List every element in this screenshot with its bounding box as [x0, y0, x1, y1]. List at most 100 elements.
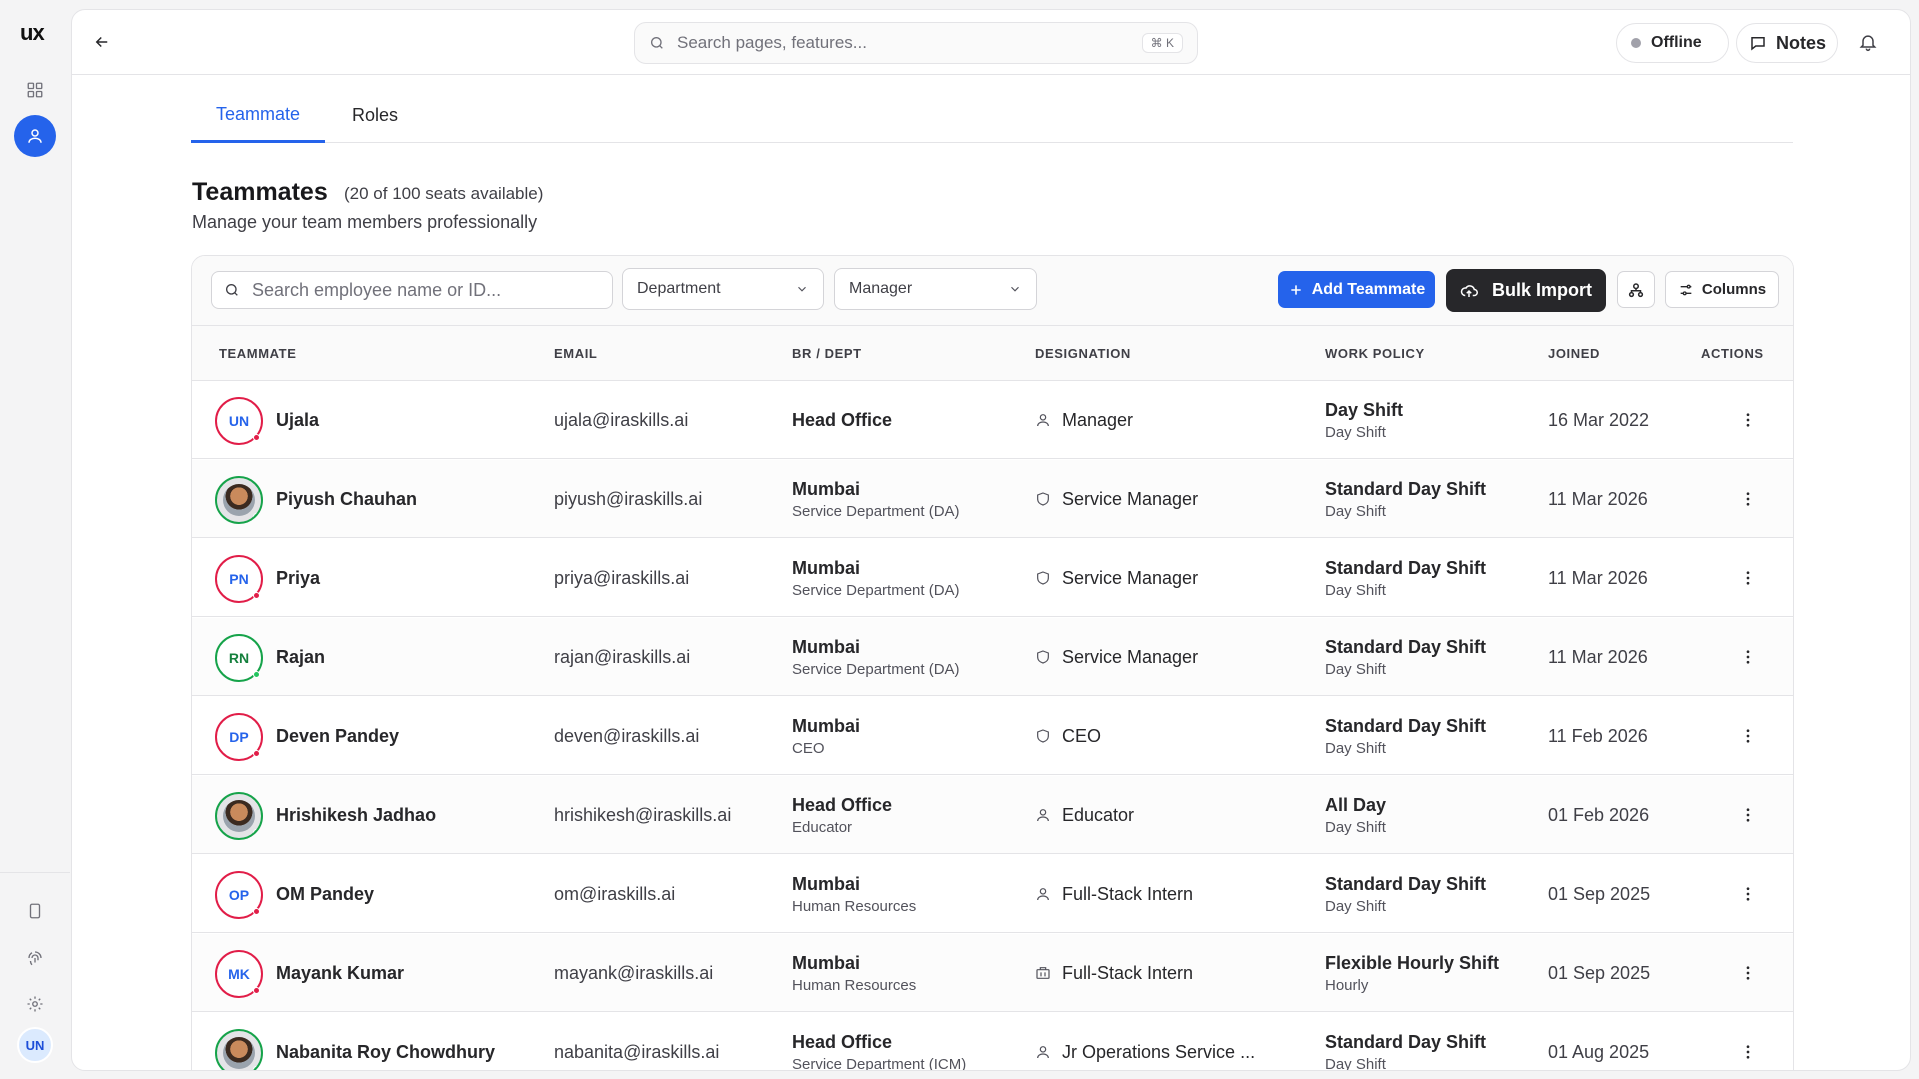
- avatar[interactable]: OP: [215, 871, 263, 919]
- table-row[interactable]: RN Rajan rajan@iraskills.ai Mumbai Service D…: [192, 618, 1793, 696]
- teammate-name[interactable]: Mayank Kumar: [276, 934, 404, 1012]
- designation-cell: Service Manager: [1035, 618, 1198, 696]
- teammate-name[interactable]: Piyush Chauhan: [276, 460, 417, 538]
- more-actions-icon[interactable]: [1736, 645, 1760, 669]
- seats-count: (20 of 100 seats available): [344, 184, 544, 203]
- teammate-email: nabanita@iraskills.ai: [554, 1041, 720, 1062]
- tab-roles[interactable]: Roles: [325, 88, 425, 143]
- table-row[interactable]: Hrishikesh Jadhao hrishikesh@iraskills.ai…: [192, 776, 1793, 854]
- designation: Service Manager: [1062, 488, 1199, 509]
- department: CEO: [792, 739, 825, 757]
- header-teammate[interactable]: TEAMMATE: [219, 326, 297, 381]
- header-br-dept[interactable]: BR / DEPT: [792, 326, 862, 381]
- more-actions-icon[interactable]: [1736, 724, 1760, 748]
- table-row[interactable]: DP Deven Pandey deven@iraskills.ai Mumbai CE…: [192, 697, 1793, 775]
- table-row[interactable]: Nabanita Roy Chowdhury nabanita@iraskills…: [192, 1013, 1793, 1070]
- table-row[interactable]: MK Mayank Kumar mayank@iraskills.ai Mumbai H…: [192, 934, 1793, 1012]
- table-row[interactable]: OP OM Pandey om@iraskills.ai Mumbai Human Re…: [192, 855, 1793, 933]
- back-arrow-icon[interactable]: [90, 30, 114, 54]
- app-logo[interactable]: ux: [20, 20, 45, 46]
- columns-label: Columns: [1701, 281, 1767, 298]
- designation-cell: Service Manager: [1035, 460, 1198, 538]
- more-actions-icon[interactable]: [1736, 882, 1760, 906]
- branch-dept-cell: Mumbai Human Resources: [792, 855, 916, 933]
- avatar[interactable]: RN: [215, 634, 263, 682]
- designation: Service Manager: [1062, 567, 1199, 588]
- joined-date: 01 Sep 2025: [1548, 883, 1651, 904]
- teammate-name[interactable]: Deven Pandey: [276, 697, 399, 775]
- teammate-name[interactable]: Ujala: [276, 381, 319, 459]
- work-policy: Standard Day Shift: [1325, 873, 1487, 894]
- table-row[interactable]: Piyush Chauhan piyush@iraskills.ai Mumbai S…: [192, 460, 1793, 538]
- work-policy: Standard Day Shift: [1325, 1031, 1487, 1052]
- search-icon: [224, 282, 240, 298]
- work-policy: Standard Day Shift: [1325, 715, 1487, 736]
- header-email[interactable]: EMAIL: [554, 326, 597, 381]
- avatar[interactable]: [215, 476, 263, 524]
- branch: Mumbai: [792, 952, 861, 973]
- notification-bell-icon[interactable]: [1858, 32, 1880, 54]
- avatar[interactable]: [215, 1029, 263, 1070]
- more-actions-icon[interactable]: [1736, 961, 1760, 985]
- teammate-name[interactable]: Priya: [276, 539, 320, 617]
- teammate-email: piyush@iraskills.ai: [554, 488, 703, 509]
- org-chart-icon: [1628, 282, 1644, 297]
- table-row[interactable]: PN Priya priya@iraskills.ai Mumbai Service D…: [192, 539, 1793, 617]
- header-designation[interactable]: DESIGNATION: [1035, 326, 1131, 381]
- branch: Mumbai: [792, 557, 861, 578]
- work-policy-cell: All Day Day Shift: [1325, 776, 1386, 854]
- designation-cell: Service Manager: [1035, 539, 1198, 617]
- work-policy-shift: Day Shift: [1325, 739, 1386, 757]
- avatar[interactable]: MK: [215, 950, 263, 998]
- connection-status[interactable]: Offline: [1616, 23, 1729, 63]
- more-actions-icon[interactable]: [1736, 487, 1760, 511]
- table-row[interactable]: UN Ujala ujala@iraskills.ai Head Office Mana…: [192, 381, 1793, 459]
- branch: Head Office: [792, 409, 893, 430]
- branch: Mumbai: [792, 478, 861, 499]
- bulk-import-button[interactable]: Bulk Import: [1446, 269, 1606, 312]
- org-chart-button[interactable]: [1617, 271, 1655, 308]
- more-actions-icon[interactable]: [1736, 1040, 1760, 1064]
- more-actions-icon[interactable]: [1736, 566, 1760, 590]
- teammate-name[interactable]: Rajan: [276, 618, 325, 696]
- settings-gear-icon[interactable]: [21, 990, 49, 1018]
- header-joined[interactable]: JOINED: [1548, 326, 1600, 381]
- dashboard-grid-icon[interactable]: [21, 76, 49, 104]
- add-teammate-button[interactable]: Add Teammate: [1278, 271, 1435, 308]
- avatar-initials: MK: [228, 966, 250, 982]
- avatar[interactable]: [215, 792, 263, 840]
- teammate-name[interactable]: Nabanita Roy Chowdhury: [276, 1013, 495, 1070]
- employee-search-input[interactable]: [252, 279, 600, 301]
- joined-date: 11 Feb 2026: [1548, 725, 1648, 746]
- avatar[interactable]: PN: [215, 555, 263, 603]
- work-policy-shift: Day Shift: [1325, 423, 1386, 441]
- global-search-input[interactable]: [677, 33, 1142, 53]
- teammate-name[interactable]: OM Pandey: [276, 855, 374, 933]
- joined-date: 11 Mar 2026: [1548, 488, 1648, 509]
- work-policy: Day Shift: [1325, 399, 1404, 420]
- department-label: Department: [637, 280, 721, 297]
- manager-dropdown[interactable]: Manager: [834, 268, 1037, 310]
- notes-button[interactable]: Notes: [1736, 23, 1838, 63]
- employee-search[interactable]: [211, 271, 613, 309]
- user-avatar[interactable]: UN: [17, 1027, 53, 1063]
- avatar[interactable]: DP: [215, 713, 263, 761]
- teammate-email: deven@iraskills.ai: [554, 725, 700, 746]
- fingerprint-icon[interactable]: [21, 944, 49, 972]
- columns-button[interactable]: Columns: [1665, 271, 1779, 308]
- teammates-table-card: Department Manager Add Teammate Bulk Imp…: [191, 255, 1794, 1070]
- department-dropdown[interactable]: Department: [622, 268, 824, 310]
- avatar[interactable]: UN: [215, 397, 263, 445]
- manager-label: Manager: [849, 280, 913, 297]
- tab-teammate[interactable]: Teammate: [191, 88, 325, 143]
- more-actions-icon[interactable]: [1736, 803, 1760, 827]
- designation: Full-Stack Intern: [1062, 883, 1194, 904]
- device-icon[interactable]: [21, 897, 49, 925]
- designation: Manager: [1062, 409, 1134, 430]
- header-work-policy[interactable]: WORK POLICY: [1325, 326, 1425, 381]
- more-actions-icon[interactable]: [1736, 408, 1760, 432]
- teammate-name[interactable]: Hrishikesh Jadhao: [276, 776, 436, 854]
- global-search[interactable]: ⌘ K: [634, 22, 1198, 64]
- designation-cell: Full-Stack Intern: [1035, 855, 1193, 933]
- teammates-nav-icon[interactable]: [14, 115, 56, 157]
